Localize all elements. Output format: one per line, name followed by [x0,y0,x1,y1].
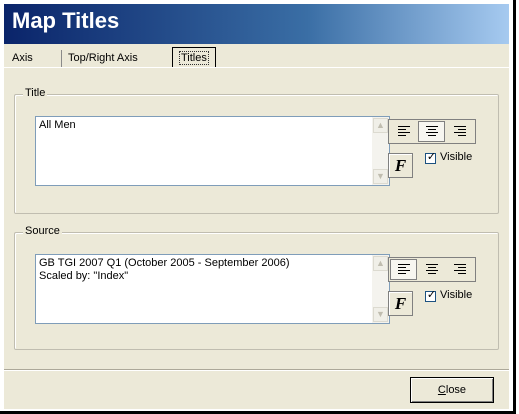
scroll-up-icon[interactable]: ▲ [373,256,388,271]
dialog-window: Map Titles Axis Top/Right Axis Titles Ti… [0,0,516,414]
title-bar[interactable]: Map Titles [4,4,509,44]
tab-titles[interactable]: Titles [172,47,216,68]
align-right-icon [453,264,466,275]
align-center-icon [425,264,438,275]
scroll-down-icon[interactable]: ▼ [373,169,388,184]
title-group-label: Title [23,87,48,99]
checkmark-icon: ✓ [426,289,437,301]
align-right-icon [453,126,466,137]
align-right-button[interactable] [446,259,473,280]
align-left-icon [397,126,410,137]
source-font-button[interactable]: F [388,291,413,316]
footer-divider [4,369,509,370]
tab-top-right-axis[interactable]: Top/Right Axis [61,50,144,67]
source-visible-checkbox[interactable]: ✓ [425,289,437,302]
source-group: Source GB TGI 2007 Q1 (October 2005 - Se… [14,225,499,350]
title-font-button[interactable]: F [388,153,413,178]
align-left-button[interactable] [390,121,417,142]
title-scrollbar[interactable]: ▲ ▼ [372,117,389,185]
title-textarea[interactable]: All Men ▲ ▼ [35,116,390,186]
align-right-button[interactable] [446,121,473,142]
source-textarea[interactable]: GB TGI 2007 Q1 (October 2005 - September… [35,254,390,324]
tab-divider [4,67,509,68]
align-center-icon [425,126,438,137]
source-text-line-1: GB TGI 2007 Q1 (October 2005 - September… [39,257,290,269]
tab-titles-label: Titles [179,51,209,65]
scroll-down-icon[interactable]: ▼ [373,307,388,322]
tab-top-right-axis-label: Top/Right Axis [68,52,138,64]
source-scrollbar[interactable]: ▲ ▼ [372,255,389,323]
align-left-icon [397,264,410,275]
source-group-label: Source [23,225,62,237]
close-accelerator: C [437,384,446,396]
source-visible-label: Visible [440,289,473,301]
dialog-client-area: Axis Top/Right Axis Titles Title All Men… [4,44,509,409]
window-title: Map Titles [12,8,120,33]
close-label-rest: lose [445,384,467,396]
source-alignment-group [388,257,476,282]
source-text-line-2: Scaled by: "Index" [39,270,129,282]
title-group: Title All Men ▲ ▼ F ✓ Visible [14,87,499,214]
align-center-button[interactable] [418,121,445,142]
align-left-button[interactable] [390,259,417,280]
tab-axis-label: Axis [12,52,33,64]
title-text-line: All Men [39,119,76,131]
title-alignment-group [388,119,476,144]
tab-bar: Axis Top/Right Axis Titles [4,44,509,68]
checkmark-icon: ✓ [426,151,437,163]
close-button[interactable]: Close [410,377,494,403]
title-visible-label: Visible [440,151,473,163]
tab-axis[interactable]: Axis [6,50,39,67]
scroll-up-icon[interactable]: ▲ [373,118,388,133]
align-center-button[interactable] [418,259,445,280]
title-visible-checkbox[interactable]: ✓ [425,151,437,164]
